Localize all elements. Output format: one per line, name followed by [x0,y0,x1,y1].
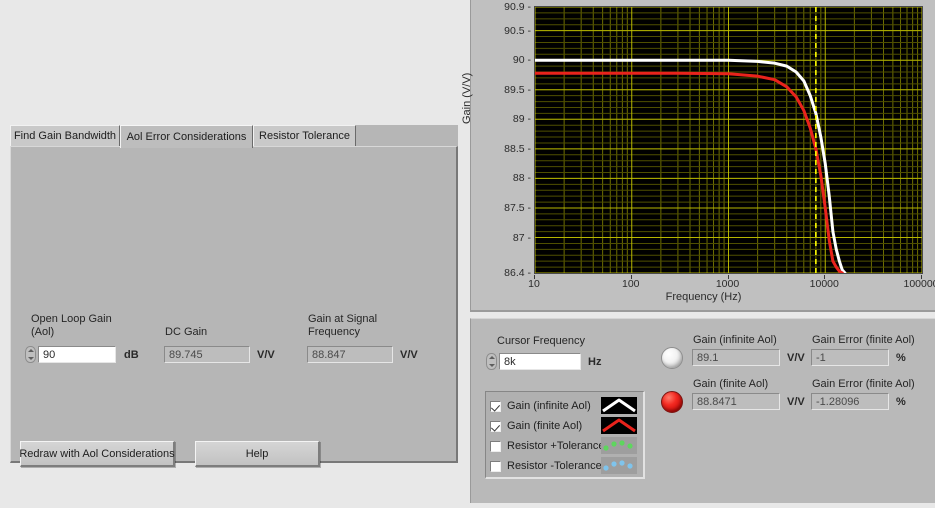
gain-at-signal-frequency-label: Gain at Signal Frequency [308,313,377,338]
legend-swatch[interactable] [601,417,637,434]
gain-infinite-aol-label: Gain (infinite Aol) [693,334,777,347]
legend-checkbox[interactable] [490,421,501,432]
gain-at-signal-frequency-unit: V/V [400,349,418,361]
tab-strip: Find Gain Bandwidth Aol Error Considerat… [10,125,458,147]
open-loop-gain-unit: dB [124,349,139,361]
tab-aol-error-considerations[interactable]: Aol Error Considerations [120,125,253,148]
y-tick-label: 89.5 - [504,84,531,96]
y-tick-label: 87 - [513,232,531,244]
legend-item-label: Resistor -Tolerance [507,460,602,472]
plot-legend[interactable]: Gain (infinite Aol) Gain (finite Aol) Resi… [485,391,645,479]
y-tick-label: 90 - [513,54,531,66]
x-tick-label: 1000 [716,278,739,290]
y-tick-label: 86.4 - [504,267,531,279]
help-button[interactable]: Help [195,441,320,467]
gain-error-1-unit: % [896,352,906,364]
gain-error-2-label: Gain Error (finite Aol) [812,378,915,391]
gain-error-1-value: -1 [811,349,889,366]
legend-item-label: Resistor +Tolerance [507,440,605,452]
legend-checkbox[interactable] [490,441,501,452]
gain-infinite-aol-led [661,347,683,369]
gain-finite-aol-value: 88.8471 [692,393,780,410]
tab-label: Aol Error Considerations [127,131,247,143]
cursor-frequency-unit: Hz [588,356,601,368]
x-tick-label: 10 [528,278,540,290]
tab-label: Find Gain Bandwidth [14,130,116,142]
y-tick-label: 88.5 - [504,143,531,155]
gain-finite-aol-unit: V/V [787,396,805,408]
y-axis-label: Gain (V/V) [461,73,473,124]
legend-checkbox[interactable] [490,401,501,412]
tab-label: Resistor Tolerance [259,130,350,142]
gain-finite-aol-label: Gain (finite Aol) [693,378,768,391]
gain-infinite-aol-unit: V/V [787,352,805,364]
legend-item-label: Gain (finite Aol) [507,420,582,432]
gain-at-signal-frequency-value: 88.847 [307,346,393,363]
dc-gain-value: 89.745 [164,346,250,363]
legend-checkbox[interactable] [490,461,501,472]
cursor-frequency-input[interactable]: 8k [499,353,581,370]
cursor-frequency-stepper[interactable] [486,353,497,370]
gain-finite-aol-led [661,391,683,413]
tab-find-gain-bandwidth[interactable]: Find Gain Bandwidth [10,125,120,146]
plot-svg [535,7,922,273]
redraw-with-aol-considerations-button[interactable]: Redraw with Aol Considerations [20,441,175,467]
gain-error-1-label: Gain Error (finite Aol) [812,334,915,347]
cursor-controls-panel: Cursor Frequency 8k Hz Gain (infinite Ao… [470,318,935,503]
y-tick-label: 87.5 - [504,202,531,214]
gain-error-2-unit: % [896,396,906,408]
legend-swatch[interactable] [601,397,637,414]
legend-swatch[interactable] [601,457,637,474]
open-loop-gain-input[interactable]: 90 [38,346,116,363]
gain-vs-frequency-graph: Gain (V/V) 90.9 -90.5 -90 -89.5 -89 -88.… [470,0,935,312]
y-tick-label: 88 - [513,172,531,184]
gain-error-2-value: -1.28096 [811,393,889,410]
cursor-frequency-label: Cursor Frequency [497,335,585,348]
y-tick-label: 89 - [513,113,531,125]
legend-item-label: Gain (infinite Aol) [507,400,591,412]
y-tick-label: 90.9 - [504,1,531,13]
legend-swatch[interactable] [601,437,637,454]
gain-infinite-aol-value: 89.1 [692,349,780,366]
tab-resistor-tolerance[interactable]: Resistor Tolerance [253,125,356,146]
x-tick-label: 10000 [810,278,839,290]
plot-area[interactable] [534,6,923,274]
open-loop-gain-stepper[interactable] [25,346,36,363]
y-tick-label: 90.5 - [504,25,531,37]
x-tick-label: 100 [622,278,640,290]
dc-gain-label: DC Gain [165,326,207,339]
tab-control: Find Gain Bandwidth Aol Error Considerat… [10,125,458,463]
x-axis-label: Frequency (Hz) [471,291,935,303]
tab-body-aol-error-considerations: Open Loop Gain (Aol) 90 dB DC Gain 89.74… [10,146,458,463]
open-loop-gain-label: Open Loop Gain (Aol) [31,313,112,338]
dc-gain-unit: V/V [257,349,275,361]
x-tick-label: 100000 [903,278,935,290]
